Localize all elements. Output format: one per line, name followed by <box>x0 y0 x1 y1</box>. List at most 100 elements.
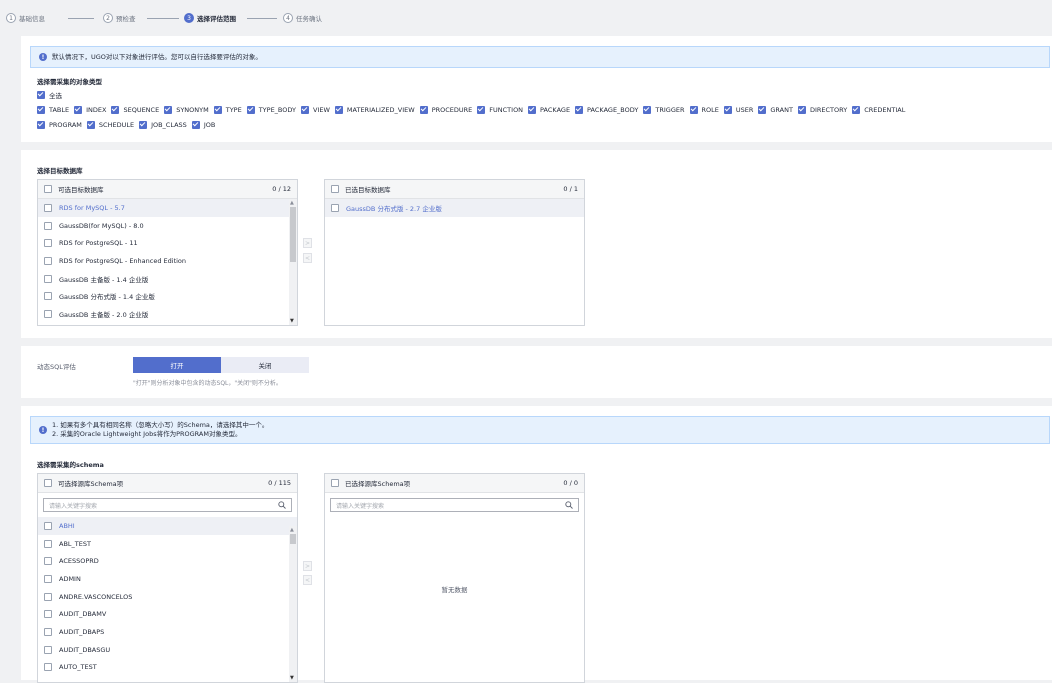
checkbox-checked-icon <box>575 105 584 114</box>
checkbox[interactable] <box>44 645 52 654</box>
checkbox[interactable] <box>44 663 52 672</box>
object-type-checkbox[interactable]: TYPE <box>213 102 242 117</box>
object-type-checkbox[interactable]: DIRECTORY <box>797 102 847 117</box>
dynamic-sql-card: 动态SQL评估 打开 关闭 "打开"则分析对象中包含的动态SQL，"关闭"则不分… <box>21 346 1052 398</box>
schema-list-item[interactable]: AUDIT_DBAPS <box>38 623 297 641</box>
checkbox[interactable] <box>44 256 52 265</box>
db-list-item[interactable]: GaussDB 主备版 - 2.0 企业版 <box>38 305 297 323</box>
checkbox[interactable] <box>44 274 52 283</box>
checkbox[interactable] <box>44 627 52 636</box>
checkbox-label: PACKAGE_BODY <box>587 105 639 114</box>
toggle-off-button[interactable]: 关闭 <box>221 357 309 373</box>
select-all-selected-db-checkbox[interactable] <box>331 185 339 193</box>
checkbox-label: ROLE <box>701 105 719 114</box>
list-item-label: AUDIT_DBAPS <box>59 627 105 636</box>
move-left-button[interactable]: < <box>303 575 312 585</box>
db-list-item[interactable]: RDS for MySQL - 5.7 <box>38 199 297 217</box>
db-list-item[interactable]: RDS for PostgreSQL - Enhanced Edition <box>38 252 297 270</box>
schema-list-item[interactable]: ABL_TEST <box>38 535 297 553</box>
object-type-list: 全选 TABLE INDEX SEQUENCE SYNONYM TYPE TYPE_BOD… <box>37 87 1047 132</box>
schema-list-item[interactable]: AUTO_TEST <box>38 659 297 677</box>
db-list-item[interactable]: GaussDB 主备版 - 1.4 企业版 <box>38 270 297 288</box>
checkbox[interactable] <box>44 521 52 530</box>
select-all-checkbox[interactable]: 全选 <box>37 87 1047 102</box>
object-type-checkbox[interactable]: TABLE <box>37 102 69 117</box>
scroll-down-icon[interactable]: ▼ <box>290 675 294 681</box>
schema-list-item[interactable]: AUDIT_DBASGU <box>38 641 297 659</box>
object-type-checkbox[interactable]: VIEW <box>301 102 330 117</box>
checkbox-checked-icon <box>74 105 83 114</box>
checkbox-label: VIEW <box>313 105 330 114</box>
db-list-item[interactable]: GaussDB 分布式版 - 2.7 企业版 <box>325 199 584 217</box>
object-type-checkbox[interactable]: SCHEDULE <box>86 117 135 132</box>
move-left-button[interactable]: < <box>303 253 312 263</box>
schema-list-item[interactable]: ABHI <box>38 517 297 535</box>
object-type-checkbox[interactable]: GRANT <box>758 102 793 117</box>
object-type-checkbox[interactable]: SYNONYM <box>164 102 209 117</box>
object-type-checkbox[interactable]: PACKAGE_BODY <box>575 102 638 117</box>
step-connector <box>247 18 277 19</box>
select-all-available-db-checkbox[interactable] <box>44 185 52 193</box>
object-type-checkbox[interactable]: SEQUENCE <box>111 102 159 117</box>
object-type-checkbox[interactable]: INDEX <box>74 102 106 117</box>
move-right-button[interactable]: > <box>303 238 312 248</box>
select-all-selected-schema-checkbox[interactable] <box>331 479 339 487</box>
scrollbar[interactable]: ▲ ▼ <box>289 199 297 325</box>
section-title: 选择目标数据库 <box>37 167 83 175</box>
schema-list-item[interactable]: ANDRE.VASCONCELOS <box>38 588 297 606</box>
checkbox[interactable] <box>44 557 52 566</box>
object-type-checkbox[interactable]: PACKAGE <box>528 102 570 117</box>
select-all-available-schema-checkbox[interactable] <box>44 479 52 487</box>
schema-list-item[interactable]: AUDIT_DBAMV <box>38 605 297 623</box>
checkbox-label: TRIGGER <box>655 105 685 114</box>
checkbox-checked-icon <box>528 105 537 114</box>
checkbox-label: SCHEDULE <box>98 120 135 129</box>
checkbox-checked-icon <box>191 120 200 129</box>
scrollbar[interactable]: ▲ ▼ <box>289 526 297 682</box>
checkbox-checked-icon <box>852 105 861 114</box>
schema-list-item[interactable]: ACESSOPRD <box>38 552 297 570</box>
checkbox[interactable] <box>331 203 339 212</box>
checkbox[interactable] <box>44 292 52 301</box>
panel-title: 可选择源库Schema项 <box>58 480 124 488</box>
checkbox[interactable] <box>44 592 52 601</box>
object-type-checkbox[interactable]: USER <box>723 102 753 117</box>
search-icon[interactable] <box>565 501 573 509</box>
toggle-on-button[interactable]: 打开 <box>133 357 221 373</box>
move-right-button[interactable]: > <box>303 561 312 571</box>
checkbox[interactable] <box>44 309 52 318</box>
checkbox[interactable] <box>44 221 52 230</box>
object-type-checkbox[interactable]: CREDENTIAL <box>852 102 905 117</box>
search-placeholder: 请输入关键字搜索 <box>336 502 385 510</box>
checkbox[interactable] <box>44 203 52 212</box>
scroll-thumb[interactable] <box>290 534 296 544</box>
object-type-checkbox[interactable]: JOB_CLASS <box>139 117 187 132</box>
schema-search-input[interactable]: 请输入关键字搜索 <box>43 498 292 512</box>
scroll-up-icon[interactable]: ▲ <box>290 200 294 206</box>
object-type-checkbox[interactable]: PROGRAM <box>37 117 82 132</box>
db-list-item[interactable]: GaussDB 分布式版 - 1.4 企业版 <box>38 287 297 305</box>
panel-header: 可选目标数据库 0 / 12 <box>38 180 297 199</box>
db-list-item[interactable]: GaussDB(for MySQL) - 8.0 <box>38 217 297 235</box>
checkbox[interactable] <box>44 574 52 583</box>
object-type-checkbox[interactable]: PROCEDURE <box>419 102 472 117</box>
object-type-checkbox[interactable]: MATERIALIZED_VIEW <box>334 102 415 117</box>
checkbox[interactable] <box>44 539 52 548</box>
dynamic-sql-hint: "打开"则分析对象中包含的动态SQL，"关闭"则不分析。 <box>133 380 282 387</box>
checkbox-checked-icon <box>213 105 222 114</box>
scroll-thumb[interactable] <box>290 207 296 262</box>
available-schema-list: ABHI ABL_TEST ACESSOPRD ADMIN ANDRE.VASCONCE… <box>38 517 297 676</box>
object-type-checkbox[interactable]: TYPE_BODY <box>246 102 296 117</box>
object-type-checkbox[interactable]: JOB <box>191 117 215 132</box>
schema-list-item[interactable]: ADMIN <box>38 570 297 588</box>
checkbox[interactable] <box>44 610 52 619</box>
db-list-item[interactable]: RDS for PostgreSQL - 11 <box>38 234 297 252</box>
scroll-up-icon[interactable]: ▲ <box>290 527 294 533</box>
checkbox[interactable] <box>44 239 52 248</box>
object-type-checkbox[interactable]: ROLE <box>689 102 719 117</box>
search-icon[interactable] <box>278 501 286 509</box>
scroll-down-icon[interactable]: ▼ <box>290 318 294 324</box>
object-type-checkbox[interactable]: FUNCTION <box>477 102 523 117</box>
object-type-checkbox[interactable]: TRIGGER <box>643 102 685 117</box>
selected-schema-search-input[interactable]: 请输入关键字搜索 <box>330 498 579 512</box>
